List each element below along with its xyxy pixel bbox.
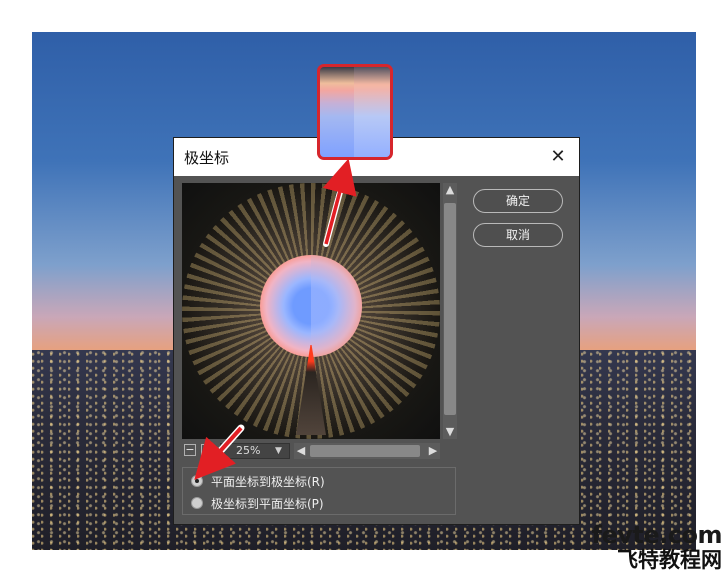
watermark: fevte.com 飞特教程网 bbox=[560, 521, 723, 573]
arrow-to-option bbox=[194, 426, 243, 480]
annotation-arrows-svg bbox=[194, 158, 357, 480]
watermark-site-name: 飞特教程网 bbox=[617, 548, 722, 572]
arrow-to-callout bbox=[322, 158, 357, 245]
